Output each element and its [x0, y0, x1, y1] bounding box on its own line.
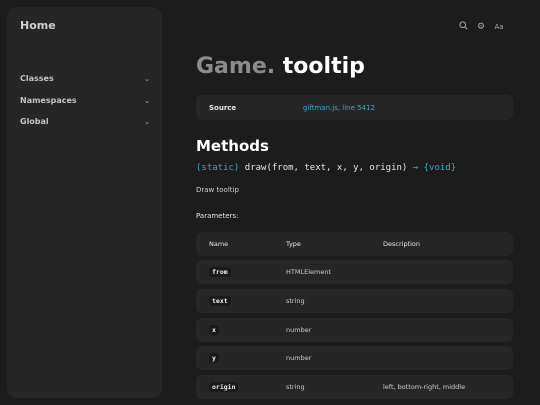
title-name: tooltip — [282, 54, 365, 79]
column-header: Name — [209, 240, 229, 248]
chevron-down-icon: ⌄ — [144, 96, 150, 105]
sidebar-item-classes[interactable]: Classes ⌄ — [20, 74, 150, 83]
home-link[interactable]: Home — [20, 19, 56, 32]
param-type: string — [286, 383, 305, 391]
table-row: text string — [196, 289, 513, 313]
return-arrow: → — [412, 163, 419, 173]
settings-icon[interactable]: ⚙ — [476, 22, 486, 32]
font-size-icon[interactable]: Aa — [494, 23, 504, 31]
title-namespace: Game. — [196, 54, 276, 79]
source-box: Source giftman.js, line 5412 — [196, 95, 513, 120]
sidebar-item-namespaces[interactable]: Namespaces ⌄ — [20, 96, 150, 105]
page-title: Game. tooltip — [196, 54, 365, 79]
static-tag: (static) — [196, 163, 240, 173]
method-call: draw(from, text, x, y, origin) — [244, 163, 408, 173]
param-type: number — [286, 354, 312, 362]
chevron-down-icon: ⌄ — [144, 117, 150, 126]
parameters-label: Parameters: — [196, 212, 239, 220]
method-description: Draw tooltip — [196, 186, 239, 194]
table-row: x number — [196, 318, 513, 342]
param-name: from — [209, 267, 231, 277]
method-signature: (static) draw(from, text, x, y, origin) … — [196, 163, 456, 173]
param-type: HTMLElement — [286, 268, 331, 276]
return-type: {void} — [423, 163, 457, 173]
sidebar-item-label: Classes — [20, 74, 54, 83]
param-name: origin — [209, 382, 239, 392]
param-type: string — [286, 297, 305, 305]
toolbar: ⚙ Aa — [458, 21, 504, 33]
table-row: origin string left, bottom-right, middle — [196, 375, 513, 399]
search-icon[interactable] — [458, 21, 468, 33]
param-name: x — [209, 325, 219, 335]
methods-heading: Methods — [196, 137, 269, 155]
sidebar: Home Classes ⌄ Namespaces ⌄ Global ⌄ — [7, 7, 162, 398]
table-row: from HTMLElement — [196, 260, 513, 284]
sidebar-item-global[interactable]: Global ⌄ — [20, 117, 150, 126]
sidebar-item-label: Global — [20, 117, 49, 126]
table-row: y number — [196, 346, 513, 370]
param-name: text — [209, 296, 231, 306]
chevron-down-icon: ⌄ — [144, 74, 150, 83]
sidebar-item-label: Namespaces — [20, 96, 77, 105]
source-link[interactable]: giftman.js, line 5412 — [303, 104, 375, 112]
params-header-row: Name Type Description — [196, 232, 513, 256]
param-type: number — [286, 326, 312, 334]
param-description: left, bottom-right, middle — [383, 383, 466, 391]
column-header: Description — [383, 240, 421, 248]
param-name: y — [209, 353, 219, 363]
column-header: Type — [286, 240, 301, 248]
source-label: Source — [209, 103, 237, 112]
